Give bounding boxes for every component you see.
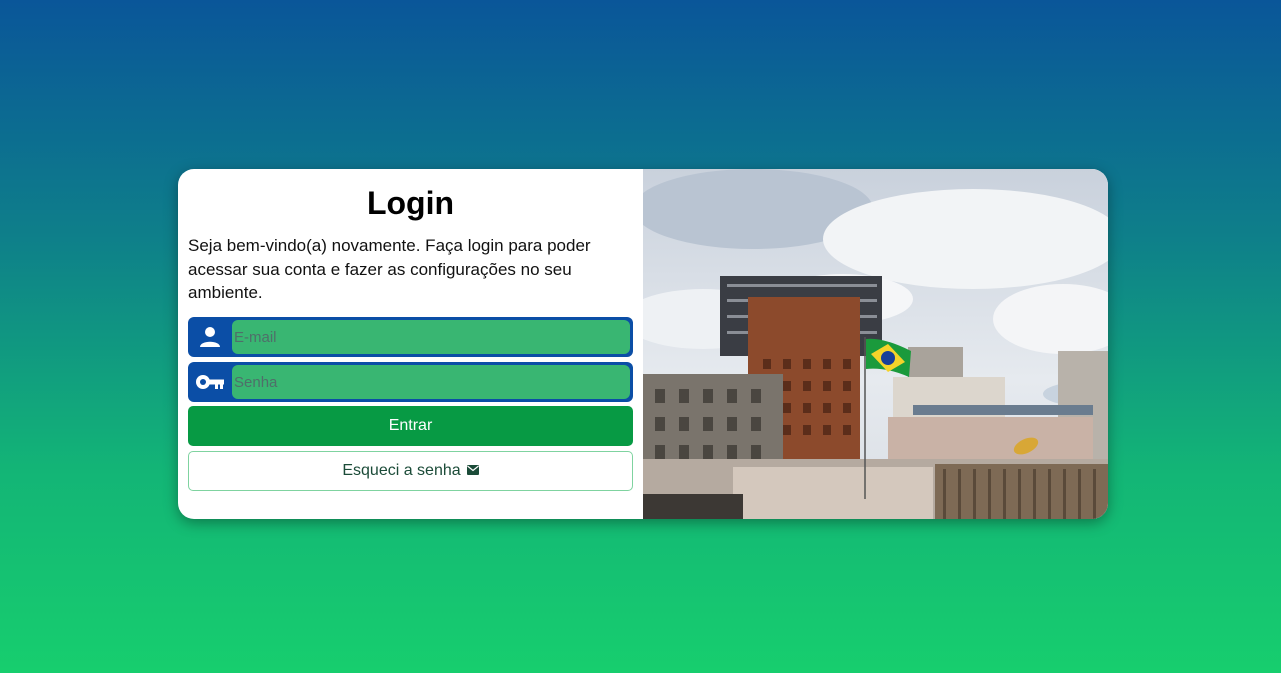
city-skyline-image	[643, 169, 1108, 519]
password-input[interactable]	[232, 365, 630, 399]
password-field-group	[188, 362, 633, 402]
login-button[interactable]: Entrar	[188, 406, 633, 446]
login-form-panel: Login Seja bem-vindo(a) novamente. Faça …	[178, 169, 643, 519]
envelope-icon	[466, 462, 479, 480]
login-button-label: Entrar	[388, 417, 433, 434]
login-card: Login Seja bem-vindo(a) novamente. Faça …	[178, 169, 1108, 519]
email-field-group	[188, 317, 633, 357]
user-icon	[188, 317, 232, 357]
email-input[interactable]	[232, 320, 630, 354]
welcome-text: Seja bem-vindo(a) novamente. Faça login …	[188, 236, 591, 302]
forgot-password-label: Esqueci a senha	[342, 462, 461, 479]
page-title: Login	[366, 185, 455, 221]
key-icon	[188, 362, 232, 402]
forgot-password-button[interactable]: Esqueci a senha	[188, 451, 633, 491]
